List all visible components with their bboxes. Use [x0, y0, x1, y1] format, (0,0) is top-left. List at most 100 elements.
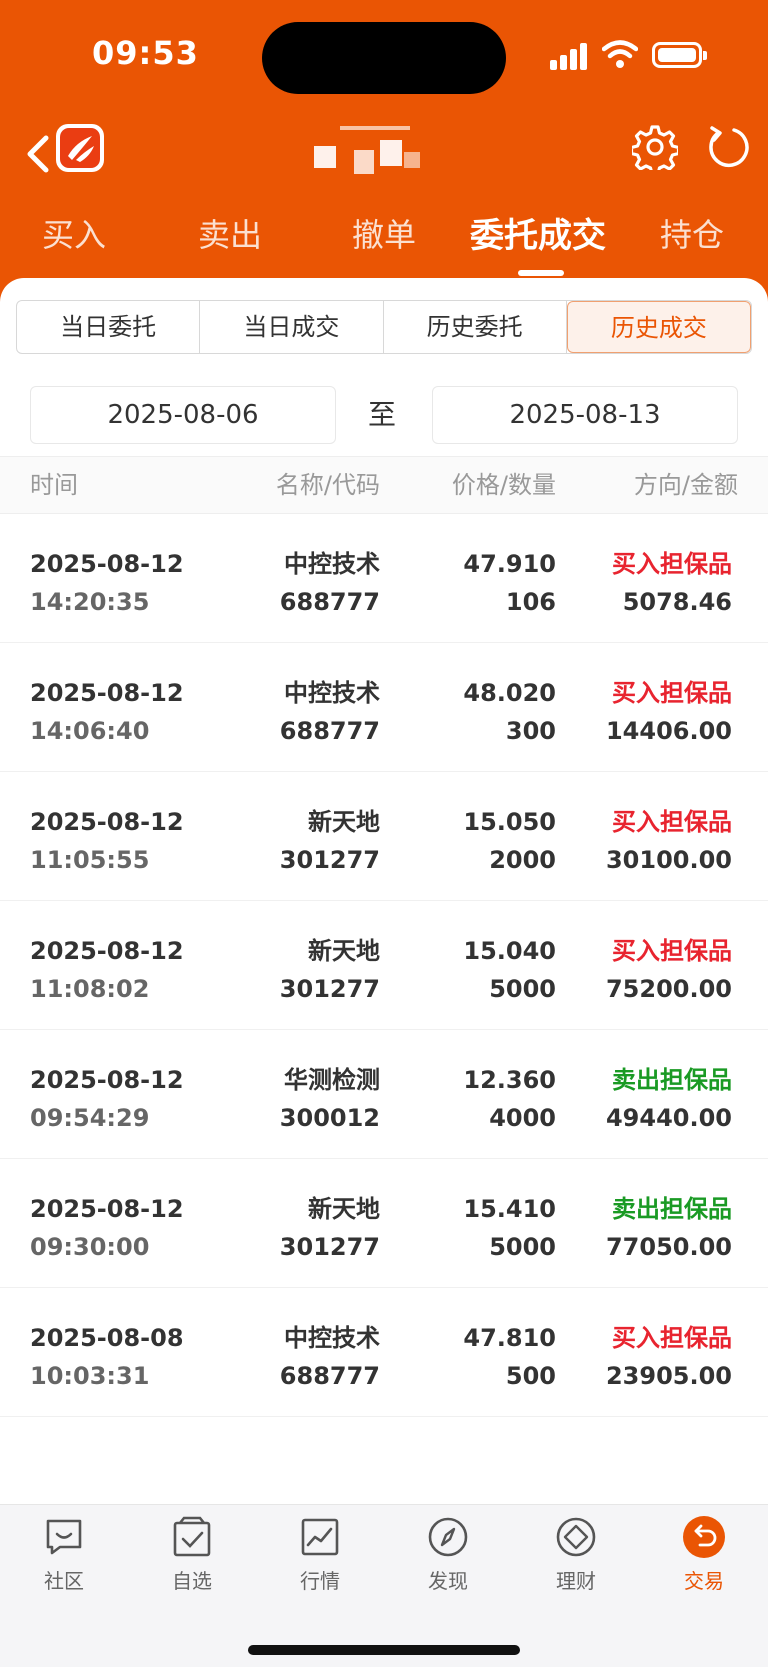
- stock-name: 中控技术: [284, 1324, 380, 1352]
- table-row[interactable]: 2025-08-12 11:05:55 新天地 301277 15.050 2000 买入担…: [0, 772, 768, 901]
- back-arrow-icon[interactable]: [18, 128, 58, 180]
- tab-orders-trades[interactable]: 委托成交: [470, 208, 606, 257]
- trade-time: 14:20:35: [30, 588, 150, 616]
- bottom-nav: 社区 自选 行情 发现 理财 交易: [0, 1504, 768, 1667]
- trade-price: 15.050: [463, 808, 556, 836]
- trade-price: 15.410: [463, 1195, 556, 1223]
- stock-code: 688777: [279, 717, 380, 745]
- trade-quantity: 500: [505, 1362, 556, 1390]
- gear-icon[interactable]: [632, 124, 678, 170]
- end-date-picker[interactable]: 2025-08-13: [432, 386, 738, 444]
- tab-positions[interactable]: 持仓: [660, 210, 724, 256]
- start-date-picker[interactable]: 2025-08-06: [30, 386, 336, 444]
- segment-today-trades[interactable]: 当日成交: [200, 301, 384, 353]
- trade-direction: 卖出担保品: [612, 1195, 732, 1223]
- table-row[interactable]: 2025-08-12 09:54:29 华测检测 300012 12.360 4000 卖出…: [0, 1030, 768, 1159]
- stock-code: 300012: [279, 1104, 380, 1132]
- trade-direction: 买入担保品: [612, 937, 732, 965]
- trade-time: 09:30:00: [30, 1233, 150, 1261]
- app-header: [0, 110, 768, 200]
- trade-tabs: 买入 卖出 撤单 委托成交 持仓: [0, 200, 768, 280]
- trade-quantity: 5000: [489, 1233, 556, 1261]
- trade-quantity: 5000: [489, 975, 556, 1003]
- header-direction-amount: 方向/金额: [633, 471, 738, 499]
- battery-icon: [652, 42, 707, 68]
- tab-active-indicator: [518, 270, 564, 276]
- table-row[interactable]: 2025-08-12 14:20:35 中控技术 688777 47.910 106 买入担…: [0, 514, 768, 643]
- segment-control: 当日委托 当日成交 历史委托 历史成交: [16, 300, 752, 354]
- stock-code: 688777: [279, 588, 380, 616]
- table-row[interactable]: 2025-08-08 10:03:31 中控技术 688777 47.810 500 买入担…: [0, 1288, 768, 1417]
- nav-wealth[interactable]: 理财: [526, 1515, 626, 1594]
- tab-sell[interactable]: 卖出: [198, 210, 262, 256]
- trade-amount: 49440.00: [605, 1104, 732, 1132]
- stock-name: 华测检测: [284, 1066, 380, 1094]
- main-content: 当日委托 当日成交 历史委托 历史成交 2025-08-06 至 2025-08…: [0, 278, 768, 1667]
- chat-bubble-icon: [46, 1519, 82, 1555]
- trade-amount: 5078.46: [622, 588, 732, 616]
- trade-price: 47.910: [463, 550, 556, 578]
- header-name-code: 名称/代码: [275, 471, 380, 499]
- checked-box-icon: [173, 1516, 211, 1557]
- trade-date: 2025-08-08: [30, 1324, 184, 1352]
- trade-time: 11:05:55: [30, 846, 150, 874]
- stock-name: 中控技术: [284, 550, 380, 578]
- trade-quantity: 106: [505, 588, 556, 616]
- segment-history-trades[interactable]: 历史成交: [566, 301, 751, 353]
- trade-direction: 买入担保品: [612, 808, 732, 836]
- stock-name: 中控技术: [284, 679, 380, 707]
- status-bar: 09:53: [0, 0, 768, 110]
- nav-trade[interactable]: 交易: [654, 1515, 754, 1594]
- nav-community[interactable]: 社区: [14, 1515, 114, 1594]
- tab-buy[interactable]: 买入: [42, 210, 106, 256]
- nav-label: 行情: [300, 1569, 340, 1593]
- nav-discover[interactable]: 发现: [398, 1515, 498, 1594]
- trade-quantity: 2000: [489, 846, 556, 874]
- trade-time: 14:06:40: [30, 717, 150, 745]
- trade-time: 09:54:29: [30, 1104, 150, 1132]
- stock-code: 301277: [279, 1233, 380, 1261]
- trade-time: 11:08:02: [30, 975, 150, 1003]
- tab-cancel[interactable]: 撤单: [352, 210, 416, 256]
- home-indicator: [248, 1645, 520, 1655]
- header-price-qty: 价格/数量: [451, 471, 556, 499]
- trade-time: 10:03:31: [30, 1362, 150, 1390]
- nav-label: 自选: [172, 1569, 212, 1593]
- diamond-icon: [556, 1517, 596, 1557]
- cellular-signal-icon: [550, 42, 590, 70]
- stock-code: 301277: [279, 975, 380, 1003]
- trade-direction: 买入担保品: [612, 679, 732, 707]
- wifi-icon: [602, 40, 638, 68]
- date-range-separator: 至: [368, 398, 397, 431]
- stock-name: 新天地: [308, 1195, 380, 1223]
- trade-direction: 买入担保品: [612, 1324, 732, 1352]
- blurred-account-title: [310, 122, 450, 182]
- stock-code: 301277: [279, 846, 380, 874]
- table-row[interactable]: 2025-08-12 11:08:02 新天地 301277 15.040 5000 买入担…: [0, 901, 768, 1030]
- nav-market[interactable]: 行情: [270, 1515, 370, 1594]
- trade-date: 2025-08-12: [30, 808, 184, 836]
- table-header: 时间 名称/代码 价格/数量 方向/金额: [0, 456, 768, 514]
- trade-amount: 75200.00: [605, 975, 732, 1003]
- nav-label: 社区: [44, 1569, 84, 1593]
- trade-date: 2025-08-12: [30, 937, 184, 965]
- trade-date: 2025-08-12: [30, 1066, 184, 1094]
- trade-direction: 卖出担保品: [612, 1066, 732, 1094]
- trade-date: 2025-08-12: [30, 1195, 184, 1223]
- trade-quantity: 300: [505, 717, 556, 745]
- segment-today-orders[interactable]: 当日委托: [17, 301, 201, 353]
- refresh-icon[interactable]: [706, 124, 750, 170]
- table-row[interactable]: 2025-08-12 09:30:00 新天地 301277 15.410 5000 卖出担…: [0, 1159, 768, 1288]
- compass-icon: [428, 1517, 468, 1557]
- stock-name: 新天地: [308, 937, 380, 965]
- nav-label: 发现: [428, 1569, 468, 1593]
- trade-date: 2025-08-12: [30, 679, 184, 707]
- nav-watchlist[interactable]: 自选: [142, 1515, 242, 1594]
- trade-amount: 77050.00: [605, 1233, 732, 1261]
- camera-notch: [262, 22, 506, 94]
- nav-label: 理财: [556, 1569, 596, 1593]
- trade-price: 12.360: [463, 1066, 556, 1094]
- table-row[interactable]: 2025-08-12 14:06:40 中控技术 688777 48.020 300 买入担…: [0, 643, 768, 772]
- trade-price: 48.020: [463, 679, 556, 707]
- segment-history-orders[interactable]: 历史委托: [384, 301, 567, 353]
